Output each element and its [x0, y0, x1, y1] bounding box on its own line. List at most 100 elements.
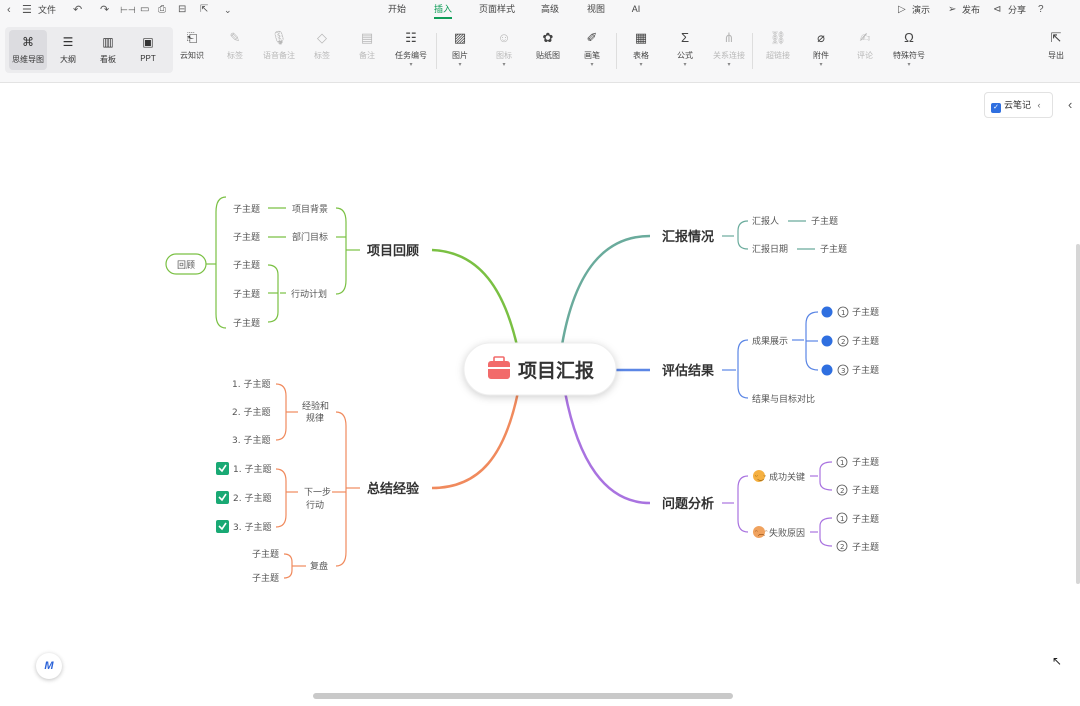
subtopic[interactable]: 子主题 — [233, 231, 260, 243]
publish-button[interactable]: 发布 — [962, 4, 980, 16]
present-button[interactable]: 演示 — [912, 4, 930, 16]
checked-subtopic[interactable]: 3. 子主题 — [216, 520, 271, 533]
tab-advanced[interactable]: 高级 — [539, 0, 561, 20]
checkbox-checked-icon[interactable] — [216, 520, 229, 533]
eval-node-title[interactable]: 评估结果 — [662, 363, 714, 379]
tab-view[interactable]: 视图 — [585, 0, 607, 20]
subtopic[interactable]: 子主题 — [820, 243, 847, 255]
redo-icon[interactable]: ↷ — [100, 3, 109, 17]
review-group-label[interactable]: 项目背景 — [292, 203, 328, 215]
export-menu-icon[interactable]: ⇱ — [200, 3, 208, 17]
tab-ai[interactable]: AI — [628, 0, 644, 20]
eval-subtopic-row[interactable]: 1 子主题 — [821, 306, 880, 318]
summary-node-title[interactable]: 总结经验 — [367, 481, 420, 497]
checked-subtopic[interactable]: 2. 子主题 — [216, 491, 271, 504]
tab-start[interactable]: 开始 — [386, 0, 408, 20]
relation-button[interactable]: ⋔ 关系连接 ▾ — [709, 30, 749, 78]
tag-button[interactable]: ◇ 标签 — [302, 30, 342, 78]
back-icon[interactable]: ‹ — [7, 3, 11, 17]
formula-button[interactable]: Σ 公式 ▾ — [665, 30, 705, 78]
problem-subtopic-row[interactable]: 2 子主题 — [836, 484, 879, 496]
subtopic[interactable]: 1. 子主题 — [232, 378, 270, 390]
attachment-button[interactable]: ⌀ 附件 ▾ — [801, 30, 841, 78]
svg-text:子主题: 子主题 — [852, 456, 879, 468]
checkbox-checked-icon[interactable] — [216, 462, 229, 475]
report-item-label[interactable]: 汇报人 — [752, 215, 779, 227]
sticker-button[interactable]: ✿ 贴纸图 — [528, 30, 568, 78]
publish-icon[interactable]: ➢ — [948, 3, 956, 17]
folder-icon[interactable]: ▭ — [140, 3, 149, 17]
report-node-title[interactable]: 汇报情况 — [662, 229, 714, 245]
svg-text:子主题: 子主题 — [852, 513, 879, 525]
report-item-label[interactable]: 汇报日期 — [752, 243, 788, 255]
share-button[interactable]: 分享 — [1008, 4, 1026, 16]
save-icon[interactable]: ⎙ — [158, 3, 166, 17]
subtopic[interactable]: 子主题 — [233, 317, 260, 329]
app-logo-icon[interactable]: M — [36, 653, 62, 679]
tab-page-style[interactable]: 页面样式 — [477, 0, 517, 20]
print-icon[interactable]: ⊟ — [178, 3, 186, 17]
eval-subtopic-row[interactable]: 2 子主题 — [821, 335, 880, 347]
review-group-label[interactable]: 行动计划 — [291, 288, 327, 300]
subtopic[interactable]: 子主题 — [233, 203, 260, 215]
checkbox-checked-icon[interactable] — [216, 491, 229, 504]
review-node-title[interactable]: 项目回顾 — [367, 244, 419, 259]
mindmap-canvas[interactable]: 项目汇报 项目回顾 项目背景 部门目标 行动计划 子主题 子主题 子主题 子主题… — [0, 84, 1080, 706]
checked-subtopic[interactable]: 1. 子主题 — [216, 462, 271, 475]
view-mindmap-button[interactable]: ⌘ 思维导图 — [9, 30, 47, 70]
label-button[interactable]: ✎ 标签 — [215, 30, 255, 78]
view-outline-button[interactable]: ☰ 大纲 — [49, 30, 87, 70]
note-button[interactable]: ▤ 备注 — [347, 30, 387, 78]
eval-subtopic-row[interactable]: 3 子主题 — [821, 364, 880, 376]
horizontal-scrollbar[interactable] — [313, 693, 733, 699]
subtopic[interactable]: 3. 子主题 — [232, 434, 270, 446]
export-button[interactable]: ⇱ 导出 — [1036, 30, 1076, 78]
sidebar-toggle-icon[interactable]: ‹ — [1068, 92, 1080, 118]
summary-group-label[interactable]: 复盘 — [310, 560, 328, 572]
table-button[interactable]: ▦ 表格 ▾ — [621, 30, 661, 78]
problem-subtopic-row[interactable]: 1 子主题 — [836, 456, 879, 468]
more-icon[interactable]: ⌄ — [224, 3, 232, 17]
problem-node-title[interactable]: 问题分析 — [662, 496, 714, 512]
review-group-label[interactable]: 部门目标 — [292, 231, 328, 243]
subtopic[interactable]: 2. 子主题 — [232, 406, 270, 418]
summary-group-label[interactable]: 经验和 — [302, 400, 329, 412]
subtopic[interactable]: 子主题 — [233, 259, 260, 271]
menu-icon[interactable]: ☰ — [22, 3, 32, 17]
eval-item-label[interactable]: 结果与目标对比 — [752, 393, 815, 405]
subtopic[interactable]: 子主题 — [252, 548, 279, 560]
tab-insert[interactable]: 插入 — [432, 0, 454, 20]
undo-icon[interactable]: ↶ — [73, 3, 82, 17]
summary-group-label[interactable]: 下一步 — [304, 487, 331, 498]
cloud-notes-button[interactable]: ✓ 云笔记 ‹ — [984, 92, 1053, 118]
present-icon[interactable]: ▷ — [898, 3, 906, 17]
view-ppt-button[interactable]: ▣ PPT — [129, 30, 167, 70]
subtopic[interactable]: 子主题 — [233, 288, 260, 300]
problem-item[interactable]: ᵔ︵ᵔ 失败原因 — [753, 526, 805, 539]
comment-button[interactable]: ✍ 评论 — [845, 30, 885, 78]
icon-button[interactable]: ☺ 图标 ▾ — [484, 30, 524, 78]
file-menu[interactable]: 文件 — [38, 4, 56, 16]
align-icon[interactable]: ⊢⊣ — [120, 3, 136, 17]
special-symbol-button[interactable]: Ω 特殊符号 ▾ — [889, 30, 929, 78]
cloud-knowledge-button[interactable]: ⎗ 云知识 — [172, 30, 212, 78]
image-button[interactable]: ▨ 图片 ▾ — [440, 30, 480, 78]
task-number-button[interactable]: ☷ 任务编号 ▾ — [391, 30, 431, 78]
eval-item-label[interactable]: 成果展示 — [752, 335, 788, 347]
vertical-scrollbar[interactable] — [1076, 244, 1080, 584]
svg-text:1: 1 — [840, 459, 844, 467]
share-icon[interactable]: ⊲ — [993, 3, 1001, 17]
menubar: ‹ ☰ 文件 ↶ ↷ ⊢⊣ ▭ ⎙ ⊟ ⇱ ⌄ 开始 插入 页面样式 高级 视图… — [0, 0, 1080, 20]
problem-item[interactable]: ᵕ‿ᵕ 成功关键 — [753, 470, 805, 483]
subtopic[interactable]: 子主题 — [252, 572, 279, 584]
hyperlink-button[interactable]: ⛓ 超链接 — [758, 30, 798, 78]
draw-button[interactable]: ✐ 画笔 ▾ — [572, 30, 612, 78]
problem-subtopic-row[interactable]: 1 子主题 — [836, 512, 879, 525]
ribbon-divider — [752, 33, 753, 69]
view-kanban-button[interactable]: ▥ 看板 — [89, 30, 127, 70]
help-icon[interactable]: ? — [1038, 3, 1044, 17]
ribbon-divider — [436, 33, 437, 69]
problem-subtopic-row[interactable]: 2 子主题 — [836, 540, 879, 553]
voice-note-button[interactable]: 🎙 语音备注 — [259, 30, 299, 78]
subtopic[interactable]: 子主题 — [811, 215, 838, 227]
